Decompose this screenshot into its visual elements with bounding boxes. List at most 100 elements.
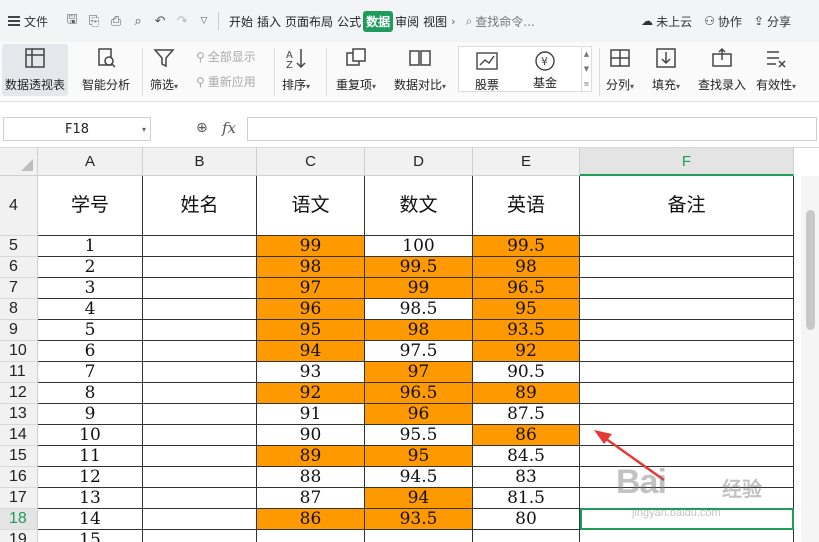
row-header[interactable]: 16: [0, 467, 38, 488]
table-cell[interactable]: 83: [473, 467, 580, 488]
table-cell[interactable]: 98: [257, 257, 365, 278]
table-cell[interactable]: 96.5: [365, 383, 473, 404]
tab-page-layout[interactable]: 页面布局: [283, 11, 335, 32]
show-all-button[interactable]: ⚲ 全部显示: [196, 48, 256, 65]
table-cell[interactable]: 97: [365, 362, 473, 383]
tab-formula[interactable]: 公式: [335, 11, 363, 32]
row-header[interactable]: 12: [0, 383, 38, 404]
table-cell[interactable]: [580, 404, 794, 425]
pivot-table-button[interactable]: 数据透视表: [2, 44, 69, 96]
table-cell[interactable]: 2: [38, 257, 143, 278]
chevron-right-icon[interactable]: ›: [449, 15, 457, 28]
table-cell[interactable]: [580, 257, 794, 278]
table-cell[interactable]: 87.5: [473, 404, 580, 425]
validity-button[interactable]: 有效性▾: [756, 44, 796, 93]
table-cell[interactable]: [580, 320, 794, 341]
table-cell[interactable]: 95.5: [365, 425, 473, 446]
table-cell[interactable]: 86: [257, 509, 365, 530]
table-cell[interactable]: [257, 530, 365, 542]
scrollbar-thumb[interactable]: [806, 210, 815, 330]
table-cell[interactable]: 87: [257, 488, 365, 509]
column-header-d[interactable]: D: [365, 148, 473, 176]
share-button[interactable]: ⇪ 分享: [754, 13, 791, 30]
split-column-button[interactable]: 分列▾: [606, 44, 634, 93]
table-cell[interactable]: 4: [38, 299, 143, 320]
lookup-entry-button[interactable]: 查找录入: [698, 44, 746, 93]
chevron-up-icon[interactable]: ▲: [584, 50, 589, 58]
table-cell[interactable]: 96.5: [473, 278, 580, 299]
table-cell[interactable]: 98.5: [365, 299, 473, 320]
export-pdf-icon[interactable]: ⎘: [84, 11, 104, 31]
name-box[interactable]: F18 ▾: [3, 117, 151, 141]
table-cell[interactable]: 92: [473, 341, 580, 362]
header-cell[interactable]: 姓名: [143, 176, 257, 236]
column-header-b[interactable]: B: [143, 148, 257, 176]
row-header[interactable]: 10: [0, 341, 38, 362]
undo-icon[interactable]: ↶: [150, 11, 170, 31]
table-cell[interactable]: 97: [257, 278, 365, 299]
table-cell[interactable]: [143, 236, 257, 257]
table-cell[interactable]: 13: [38, 488, 143, 509]
table-cell[interactable]: 11: [38, 446, 143, 467]
table-cell[interactable]: [143, 404, 257, 425]
table-cell[interactable]: 9: [38, 404, 143, 425]
table-cell[interactable]: 89: [473, 383, 580, 404]
table-cell[interactable]: 95: [257, 320, 365, 341]
table-cell[interactable]: 93: [257, 362, 365, 383]
table-cell[interactable]: [143, 278, 257, 299]
row-header[interactable]: 7: [0, 278, 38, 299]
tab-home[interactable]: 开始: [227, 11, 255, 32]
table-cell[interactable]: 90: [257, 425, 365, 446]
table-cell[interactable]: 99.5: [473, 236, 580, 257]
table-cell[interactable]: [143, 530, 257, 542]
table-cell[interactable]: 100: [365, 236, 473, 257]
header-cell[interactable]: 英语: [473, 176, 580, 236]
column-header-f[interactable]: F: [580, 148, 794, 176]
select-all-corner[interactable]: [0, 148, 38, 176]
function-icon[interactable]: fx: [222, 119, 236, 137]
row-header[interactable]: 17: [0, 488, 38, 509]
formula-input[interactable]: [247, 117, 817, 141]
table-cell[interactable]: [143, 425, 257, 446]
table-cell[interactable]: 3: [38, 278, 143, 299]
table-cell[interactable]: [143, 509, 257, 530]
table-cell[interactable]: 10: [38, 425, 143, 446]
column-header-c[interactable]: C: [257, 148, 365, 176]
cloud-status-button[interactable]: ☁ 未上云: [641, 13, 692, 30]
table-cell[interactable]: 99.5: [365, 257, 473, 278]
gallery-scroll[interactable]: ▲ ▼ ≡: [581, 47, 591, 91]
header-cell[interactable]: 数文: [365, 176, 473, 236]
tab-review[interactable]: 审阅: [393, 11, 421, 32]
data-compare-button[interactable]: 数据对比▾: [394, 44, 446, 93]
zoom-search-icon[interactable]: ⊕: [196, 120, 208, 136]
print-icon[interactable]: ⎙: [106, 11, 126, 31]
chevron-down-icon[interactable]: ▼: [584, 65, 589, 73]
row-header[interactable]: 6: [0, 257, 38, 278]
row-header[interactable]: 15: [0, 446, 38, 467]
table-cell[interactable]: [143, 446, 257, 467]
table-cell[interactable]: 95: [365, 446, 473, 467]
expand-icon[interactable]: ≡: [584, 80, 590, 88]
table-cell[interactable]: [143, 299, 257, 320]
table-cell[interactable]: 96: [365, 404, 473, 425]
row-header[interactable]: 9: [0, 320, 38, 341]
table-cell[interactable]: [580, 299, 794, 320]
table-cell[interactable]: [143, 362, 257, 383]
table-cell[interactable]: [580, 278, 794, 299]
table-cell[interactable]: 6: [38, 341, 143, 362]
table-cell[interactable]: 96: [257, 299, 365, 320]
table-cell[interactable]: 99: [257, 236, 365, 257]
filter-button[interactable]: 筛选▾: [150, 44, 178, 93]
table-cell[interactable]: 84.5: [473, 446, 580, 467]
print-preview-icon[interactable]: ⌕: [128, 11, 148, 31]
header-cell[interactable]: 备注: [580, 176, 794, 236]
chevron-down-icon[interactable]: ▾: [142, 125, 146, 134]
table-cell[interactable]: [580, 383, 794, 404]
table-cell[interactable]: [580, 341, 794, 362]
table-cell[interactable]: 89: [257, 446, 365, 467]
row-header[interactable]: 11: [0, 362, 38, 383]
table-cell[interactable]: [143, 383, 257, 404]
row-header[interactable]: 19: [0, 530, 38, 542]
table-cell[interactable]: 95: [473, 299, 580, 320]
duplicates-button[interactable]: 重复项▾: [336, 44, 376, 93]
